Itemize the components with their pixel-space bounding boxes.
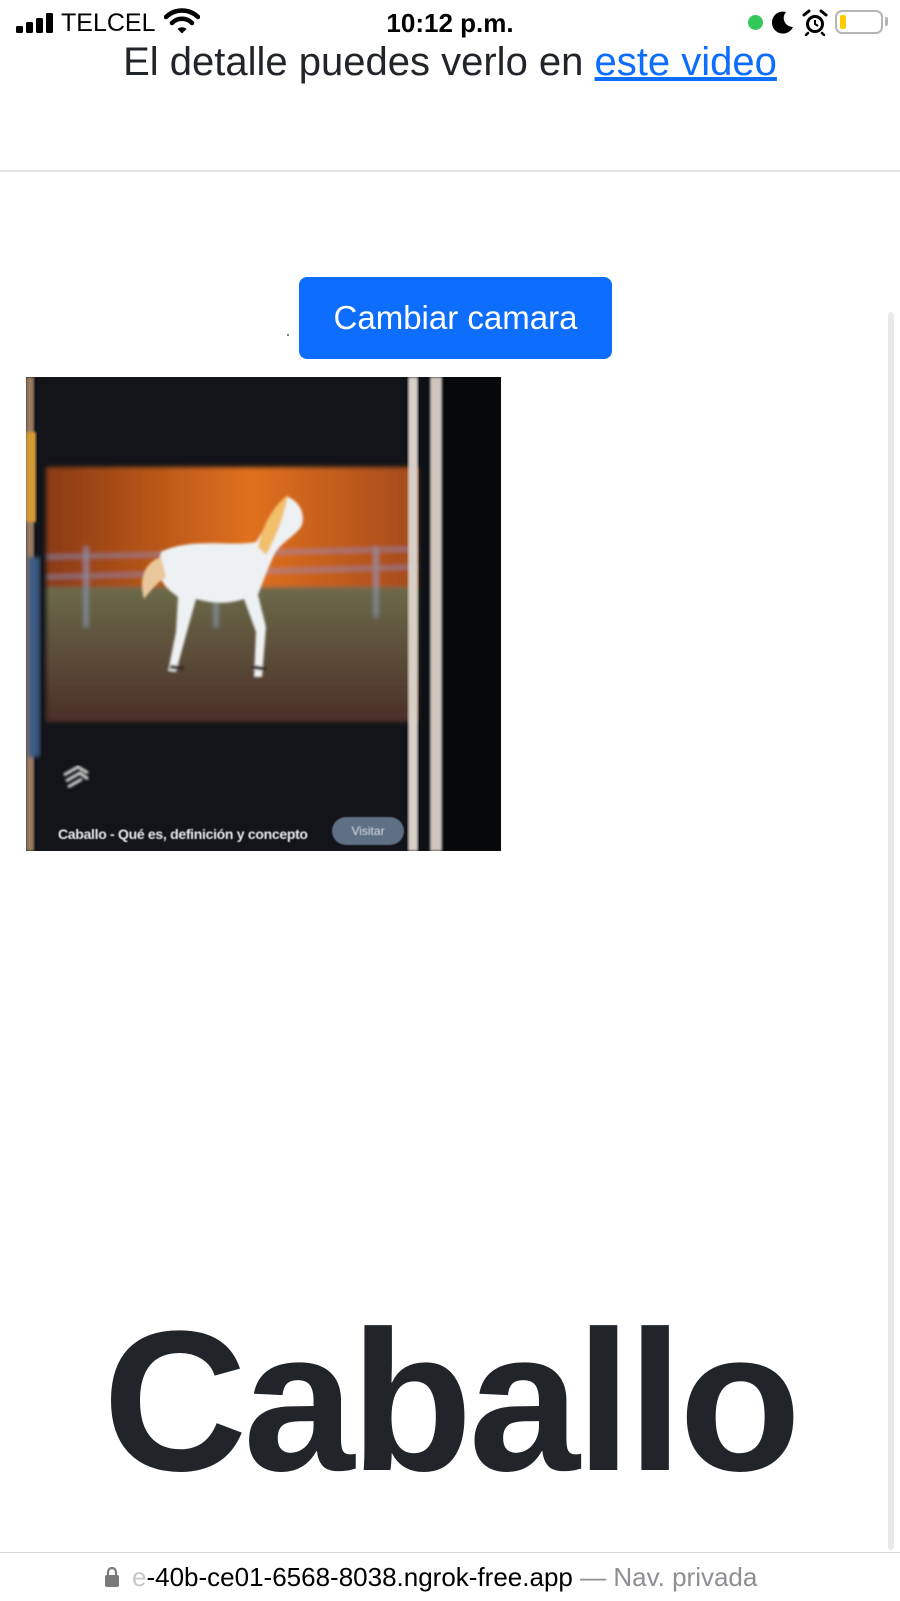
url-domain-fade: e	[132, 1562, 147, 1592]
feed-visit-button: Visitar	[332, 817, 404, 845]
switch-camera-button[interactable]: Cambiar camara	[299, 277, 612, 359]
clock: 10:12 p.m.	[386, 8, 514, 38]
scrollbar[interactable]	[888, 312, 894, 1550]
url-text: e-40b-ce01-6568-8038.ngrok-free.app — Na…	[132, 1562, 757, 1593]
intro-text: El detalle puedes verlo en este video	[0, 40, 900, 85]
intro-label: El detalle puedes verlo en	[123, 40, 595, 84]
battery-tip	[885, 17, 888, 26]
camera-in-use-indicator	[748, 15, 763, 30]
stray-dot	[287, 334, 289, 336]
url-domain: -40b-ce01-6568-8038.ngrok-free.app	[146, 1562, 573, 1592]
feed-caption: Caballo - Qué es, definición y concepto	[58, 826, 308, 842]
url-separator: —	[572, 1562, 614, 1592]
video-link[interactable]: este video	[595, 40, 777, 84]
camera-feed-image	[26, 377, 501, 851]
private-mode-label: Nav. privada	[613, 1562, 758, 1592]
prediction-label: Caballo	[102, 1290, 801, 1513]
lock-icon	[105, 1566, 119, 1587]
do-not-disturb-moon-icon	[771, 11, 793, 34]
url-bar[interactable]: e-40b-ce01-6568-8038.ngrok-free.app — Na…	[0, 1552, 900, 1601]
alarm-clock-icon	[802, 9, 828, 36]
battery-icon	[835, 10, 883, 34]
battery-level-fill	[840, 15, 846, 29]
divider	[0, 170, 900, 172]
camera-feed: Caballo - Qué es, definición y concepto …	[26, 377, 501, 851]
